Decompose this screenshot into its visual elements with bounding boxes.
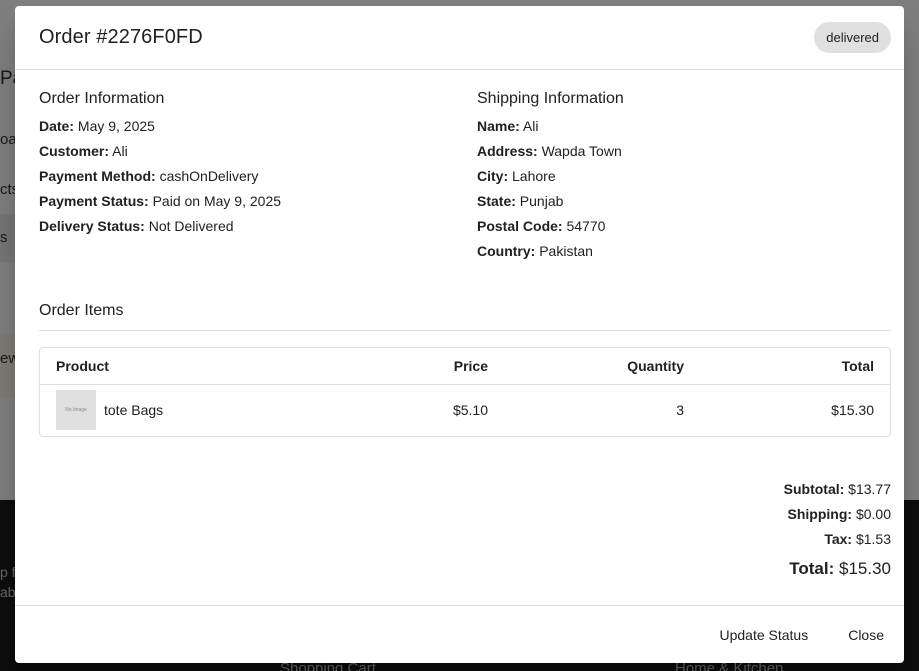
tax-line: Tax: $1.53 <box>824 531 891 547</box>
order-date: Date: May 9, 2025 <box>39 118 155 134</box>
order-payment-method: Payment Method: cashOnDelivery <box>39 168 259 184</box>
status-badge: delivered <box>814 22 891 53</box>
subtotal-line: Subtotal: $13.77 <box>783 481 891 497</box>
shipping-line: Shipping: $0.00 <box>787 506 891 522</box>
order-items: Order Items Product Price Quantity Total <box>15 302 904 437</box>
order-items-table: Product Price Quantity Total No Image to… <box>39 347 891 437</box>
order-customer: Customer: Ali <box>39 143 128 159</box>
table-row: No Image tote Bags $5.10 3 $15.30 <box>40 384 890 436</box>
dialog-header: Order #2276F0FD delivered <box>15 6 904 70</box>
column-header-product: Product <box>40 348 360 385</box>
order-items-heading: Order Items <box>39 302 891 331</box>
quantity-cell: 3 <box>676 402 684 419</box>
column-header-quantity: Quantity <box>504 348 700 385</box>
column-header-price: Price <box>360 348 504 385</box>
order-delivery-status: Delivery Status: Not Delivered <box>39 218 234 234</box>
update-status-button[interactable]: Update Status <box>711 619 816 651</box>
shipping-name: Name: Ali <box>477 118 539 134</box>
info-grid: Order Information Date: May 9, 2025 Cust… <box>15 70 904 264</box>
table-header-row: Product Price Quantity Total <box>40 348 890 385</box>
shipping-postal-code: Postal Code: 54770 <box>477 218 606 234</box>
dialog-title: Order #2276F0FD <box>39 26 203 48</box>
product-cell: No Image tote Bags <box>40 384 360 436</box>
shipping-information: Shipping Information Name: Ali Address: … <box>477 90 891 264</box>
shipping-country: Country: Pakistan <box>477 243 593 259</box>
order-totals: Subtotal: $13.77 Shipping: $0.00 Tax: $1… <box>15 437 904 582</box>
column-header-total: Total <box>700 348 890 385</box>
order-information-heading: Order Information <box>39 90 165 107</box>
shipping-information-heading: Shipping Information <box>477 90 624 107</box>
order-information: Order Information Date: May 9, 2025 Cust… <box>39 90 477 264</box>
price-cell: $5.10 <box>452 402 488 419</box>
order-payment-status: Payment Status: Paid on May 9, 2025 <box>39 193 282 209</box>
shipping-address: Address: Wapda Town <box>477 143 622 159</box>
order-details-dialog: Order #2276F0FD delivered Order Informat… <box>15 6 904 663</box>
dialog-footer: Update Status Close <box>15 605 904 663</box>
shipping-state: State: Punjab <box>477 193 564 209</box>
close-button[interactable]: Close <box>840 619 892 651</box>
shipping-city: City: Lahore <box>477 168 556 184</box>
product-name: tote Bags <box>104 402 164 419</box>
total-cell: $15.30 <box>831 402 874 419</box>
grand-total-line: Total: $15.30 <box>789 559 891 578</box>
product-thumbnail: No Image <box>56 390 96 431</box>
